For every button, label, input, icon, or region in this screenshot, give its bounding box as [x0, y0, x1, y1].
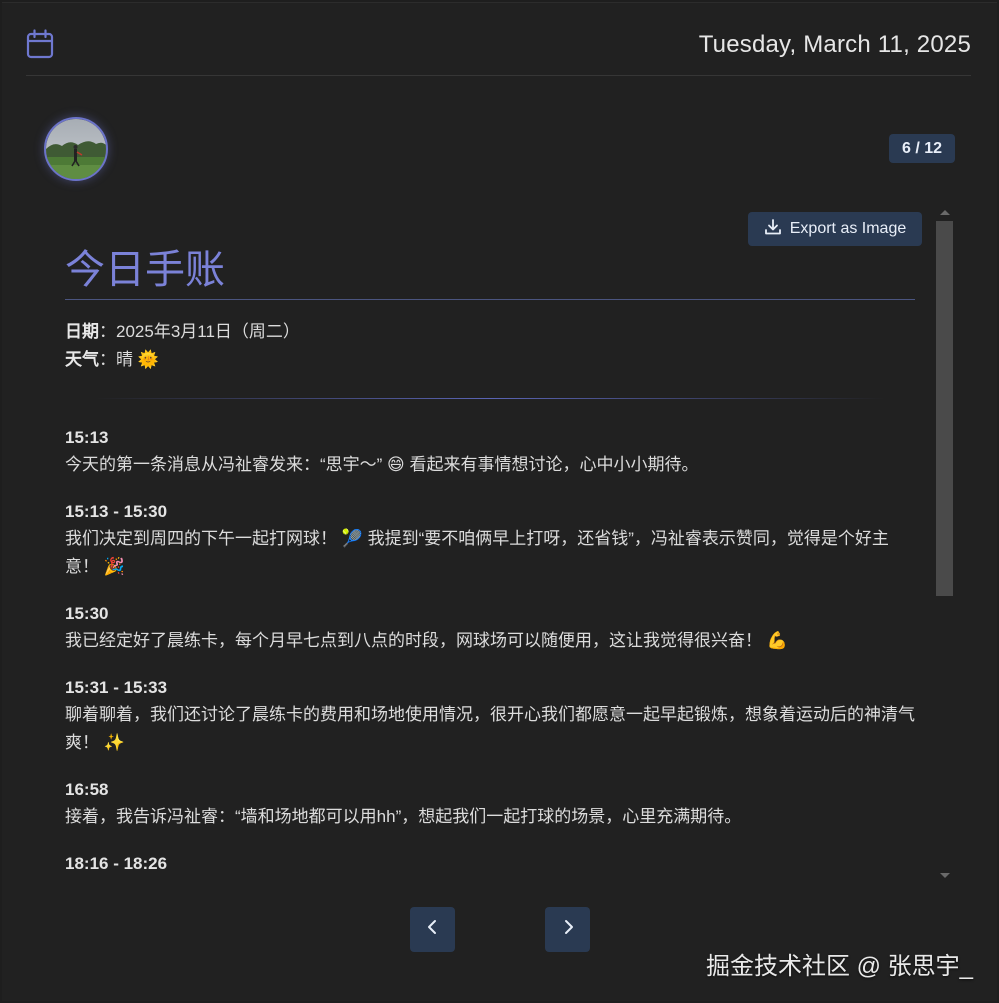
entry-time: 15:13 — [65, 428, 109, 447]
entry-time: 18:16 - 18:26 — [65, 854, 168, 873]
page-header: Tuesday, March 11, 2025 — [26, 3, 971, 76]
entry-time: 15:13 - 15:30 — [65, 502, 168, 521]
previous-page-button[interactable] — [410, 907, 455, 952]
entry-text: 我已经定好了晨练卡，每个月早七点到八点的时段，网球场可以随便用，这让我觉得很兴奋… — [65, 631, 788, 650]
date-label: 日期 — [65, 322, 99, 341]
weather-value: ：晴 🌞 — [99, 350, 159, 369]
journal-entry: 16:58 接着，我告诉冯祉睿：“墙和场地都可以用hh”，想起我们一起打球的场景… — [65, 777, 915, 831]
journal-entry: 15:13 - 15:30 我们决定到周四的下午一起打网球！ 🎾 我提到“要不咱… — [65, 499, 915, 581]
entry-time: 16:58 — [65, 780, 109, 799]
date-row: 日期：2025年3月11日（周二） — [65, 318, 915, 346]
content-scrollbar[interactable] — [936, 207, 953, 881]
next-page-button[interactable] — [545, 907, 590, 952]
journal-card: Export as Image 今日手账 日期：2025年3月11日（周二） 天… — [42, 203, 934, 883]
entry-text: 我们决定到周四的下午一起打网球！ 🎾 我提到“要不咱俩早上打呀，还省钱”，冯祉睿… — [65, 529, 889, 576]
entry-time: 15:31 - 15:33 — [65, 678, 168, 697]
journal-entry: 18:16 - 18:26 — [65, 851, 915, 877]
journal-content: 今日手账 日期：2025年3月11日（周二） 天气：晴 🌞 15:13 今天的第… — [65, 241, 915, 883]
download-icon — [764, 218, 782, 241]
section-divider — [95, 398, 885, 399]
entry-time: 15:30 — [65, 604, 109, 623]
scroll-down-arrow-icon[interactable] — [940, 873, 950, 878]
watermark: 掘金技术社区 @ 张思宇_ — [705, 953, 973, 980]
journal-entry: 15:30 我已经定好了晨练卡，每个月早七点到八点的时段，网球场可以随便用，这让… — [65, 601, 915, 655]
chevron-right-icon — [561, 919, 575, 940]
scroll-thumb[interactable] — [936, 221, 953, 596]
export-image-label: Export as Image — [789, 220, 907, 237]
page-counter: 6 / 12 — [889, 134, 955, 163]
entry-text: 接着，我告诉冯祉睿：“墙和场地都可以用hh”，想起我们一起打球的场景，心里充满期… — [65, 807, 742, 826]
journal-meta: 日期：2025年3月11日（周二） 天气：晴 🌞 — [65, 318, 915, 374]
journal-entry: 15:31 - 15:33 聊着聊着，我们还讨论了晨练卡的费用和场地使用情况，很… — [65, 675, 915, 757]
avatar — [44, 117, 108, 181]
weather-row: 天气：晴 🌞 — [65, 346, 915, 374]
journal-title: 今日手账 — [65, 241, 915, 300]
app-window: Tuesday, March 11, 2025 6 / 12 Export as… — [2, 2, 997, 1001]
journal-entry: 15:13 今天的第一条消息从冯祉睿发来：“思宇～” 😄 看起来有事情想讨论，心… — [65, 425, 915, 479]
entry-text: 聊着聊着，我们还讨论了晨练卡的费用和场地使用情况，很开心我们都愿意一起早起锻炼，… — [65, 705, 915, 752]
chevron-left-icon — [426, 919, 440, 940]
current-date: Tuesday, March 11, 2025 — [698, 31, 971, 58]
scroll-up-arrow-icon[interactable] — [940, 210, 950, 215]
entry-text: 今天的第一条消息从冯祉睿发来：“思宇～” 😄 看起来有事情想讨论，心中小小期待。 — [65, 455, 699, 474]
calendar-icon[interactable] — [26, 29, 54, 59]
date-value: ：2025年3月11日（周二） — [99, 322, 300, 341]
weather-label: 天气 — [65, 350, 99, 369]
